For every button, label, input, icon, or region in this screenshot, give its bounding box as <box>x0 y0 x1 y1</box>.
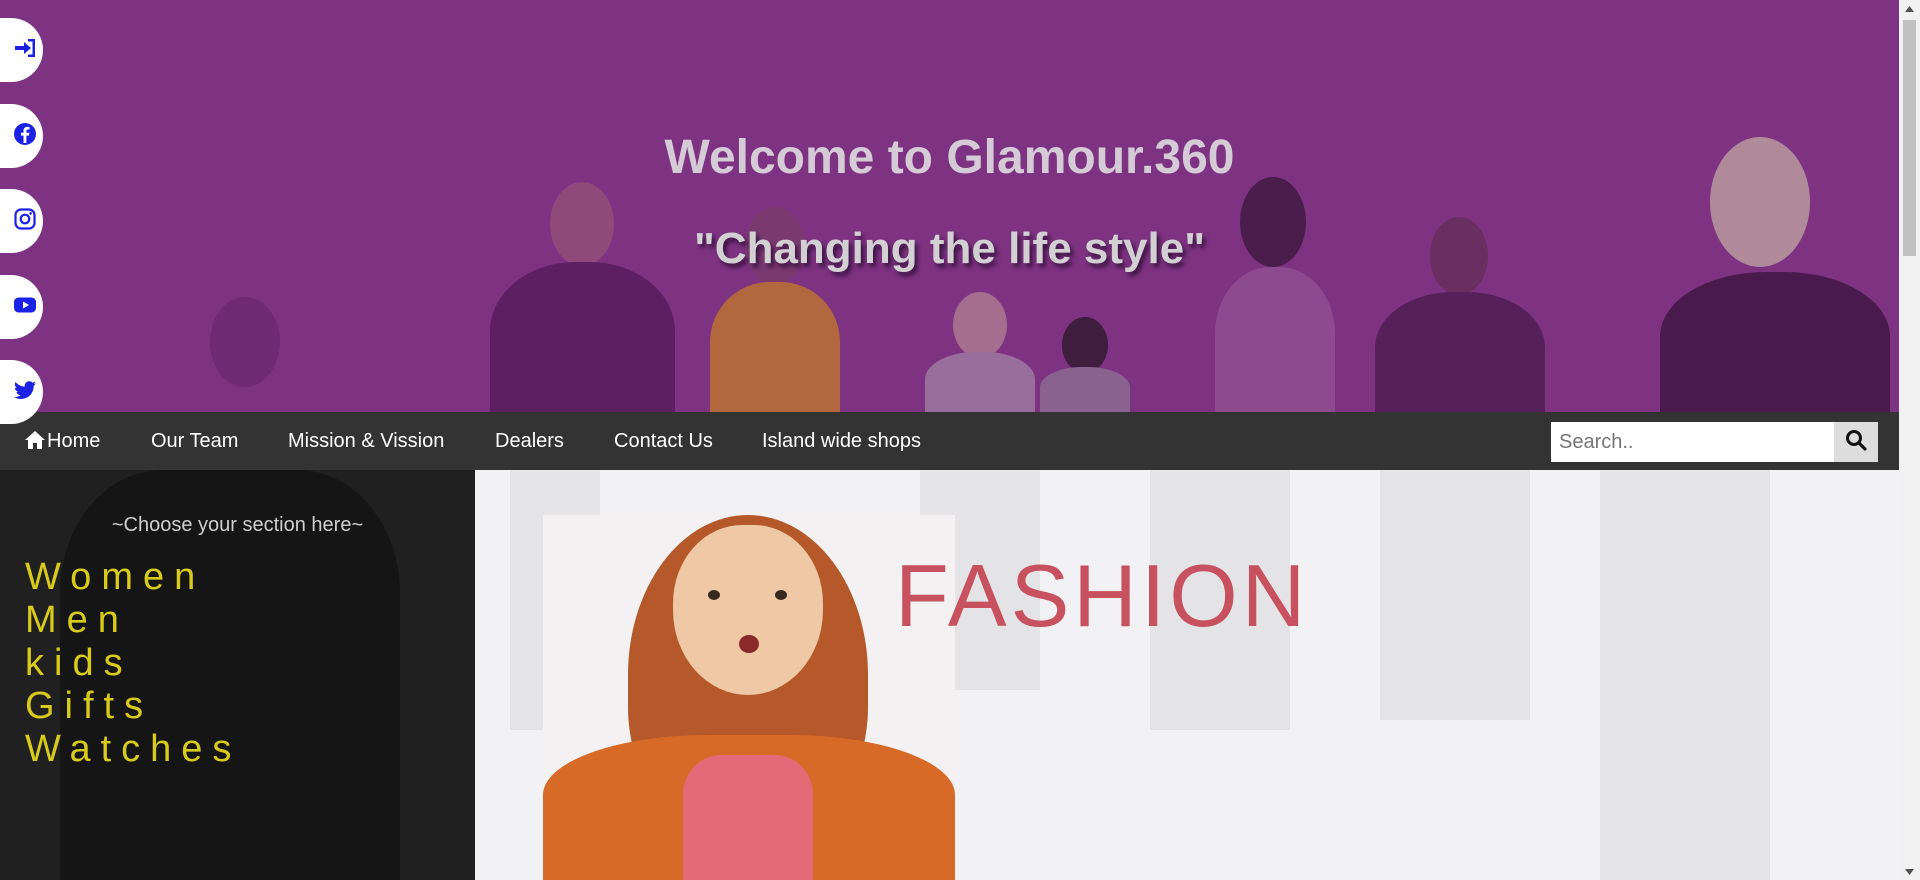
fashion-hero-image <box>475 470 1899 880</box>
section-link-gifts[interactable]: Gifts <box>25 685 241 728</box>
fashion-word: FASHION <box>895 546 1310 645</box>
model-figure <box>1195 177 1355 412</box>
login-icon <box>13 36 37 65</box>
page-content: Welcome to Glamour.360 "Changing the lif… <box>0 0 1899 880</box>
model-figure <box>165 277 325 412</box>
scrollbar-thumb[interactable] <box>1903 20 1916 256</box>
facebook-icon <box>13 122 37 151</box>
banner-models-image <box>0 0 1899 412</box>
nav-home-label: Home <box>47 430 101 452</box>
nav-our-team[interactable]: Our Team <box>151 412 238 470</box>
nav-island-wide-shops[interactable]: Island wide shops <box>762 412 921 470</box>
model-figure <box>490 182 675 412</box>
section-link-men[interactable]: Men <box>25 599 241 642</box>
section-link-women[interactable]: Women <box>25 556 241 599</box>
youtube-icon <box>13 293 37 322</box>
page-scrollbar[interactable] <box>1899 0 1920 880</box>
scroll-up-arrow-icon[interactable] <box>1899 0 1920 17</box>
nav-home[interactable]: Home <box>24 412 100 470</box>
section-link-kids[interactable]: kids <box>25 642 241 685</box>
model-figure <box>1040 317 1130 412</box>
home-icon <box>24 415 46 473</box>
nav-contact-us[interactable]: Contact Us <box>614 412 713 470</box>
hero-model-photo <box>543 515 955 880</box>
section-links: Women Men kids Gifts Watches <box>25 556 241 771</box>
sidebar-heading: ~Choose your section here~ <box>111 514 364 536</box>
section-link-watches[interactable]: Watches <box>25 728 241 771</box>
nav-dealers[interactable]: Dealers <box>495 412 564 470</box>
twitter-icon <box>13 378 37 407</box>
search-icon <box>1845 429 1867 456</box>
model-figure <box>925 292 1035 412</box>
page: Welcome to Glamour.360 "Changing the lif… <box>0 0 1920 880</box>
tagline-heading: "Changing the life style" <box>693 224 1206 273</box>
top-navbar: Home Our Team Mission & Vission Dealers … <box>0 412 1899 470</box>
header-banner: Welcome to Glamour.360 "Changing the lif… <box>0 0 1899 412</box>
scroll-down-arrow-icon[interactable] <box>1899 863 1920 880</box>
search-button[interactable] <box>1834 422 1878 462</box>
instagram-icon <box>13 207 37 236</box>
search-input[interactable] <box>1551 422 1834 462</box>
nav-mission-vission[interactable]: Mission & Vission <box>288 412 444 470</box>
welcome-heading: Welcome to Glamour.360 <box>664 131 1235 184</box>
